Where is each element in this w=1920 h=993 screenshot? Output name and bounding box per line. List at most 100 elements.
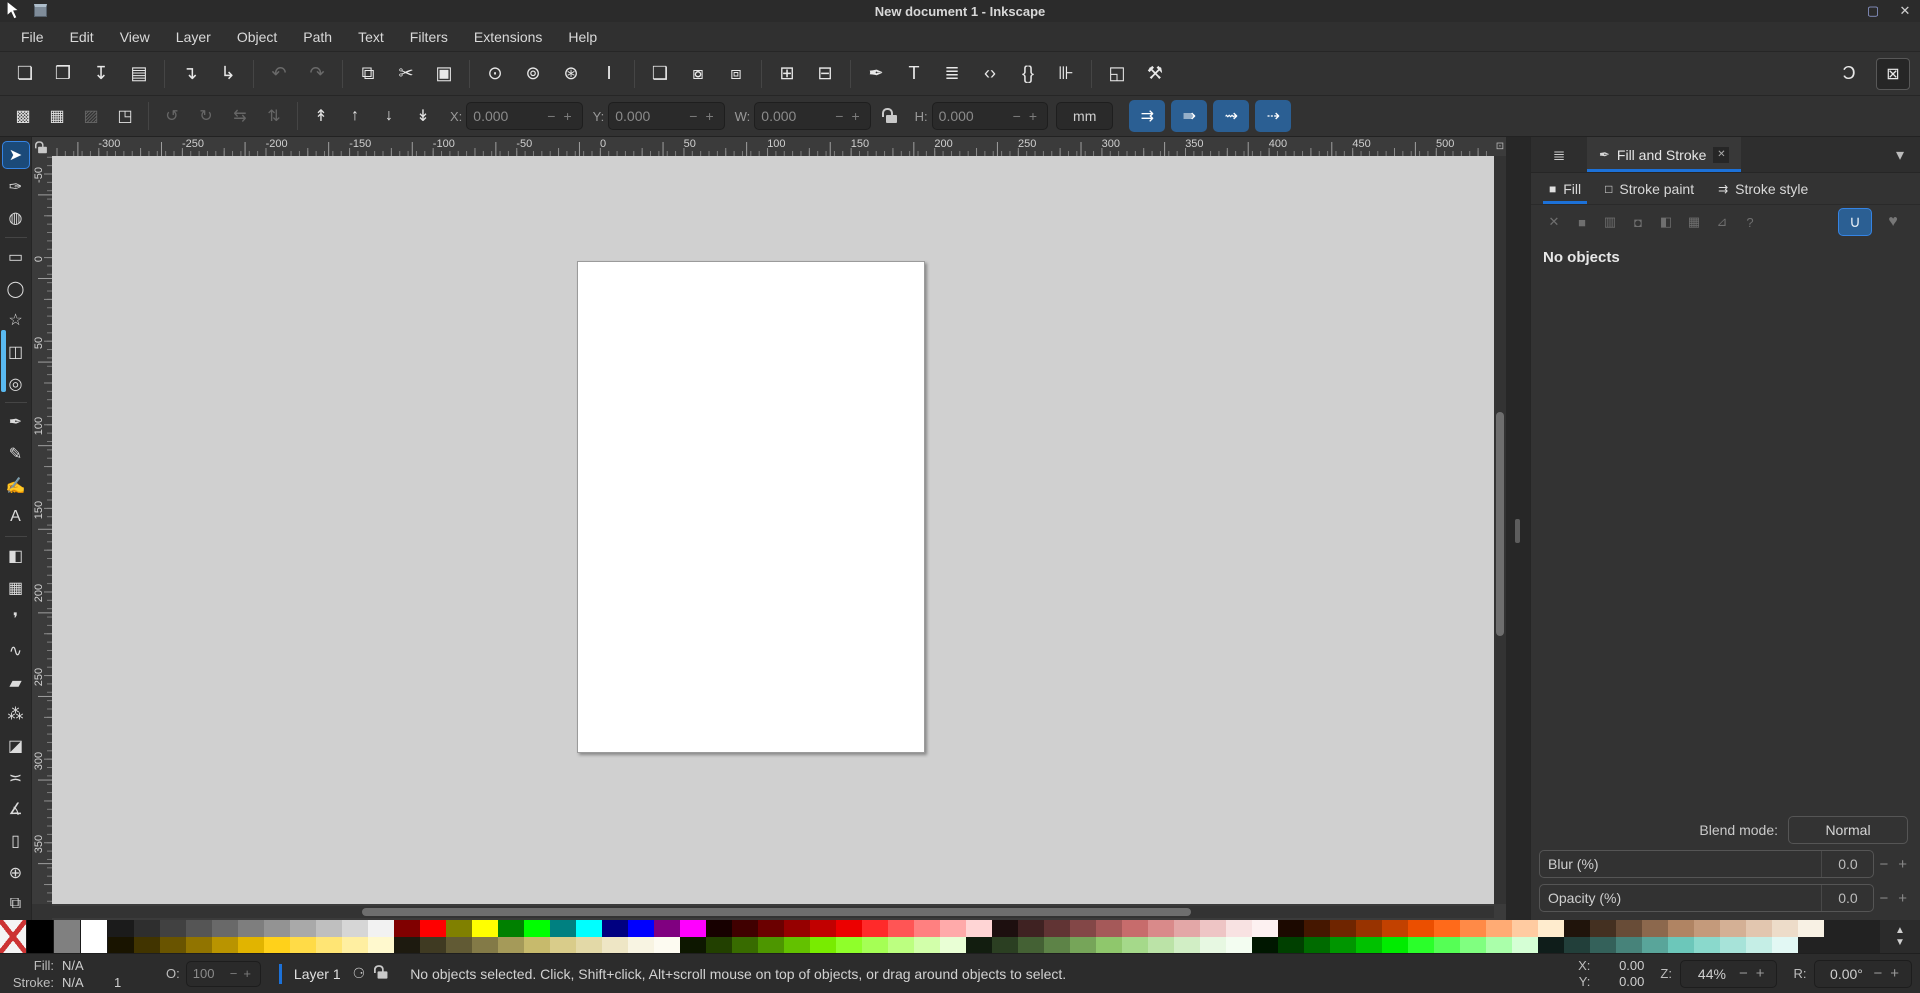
palette-swatch[interactable]: [1304, 920, 1330, 937]
palette-swatch[interactable]: [1460, 936, 1486, 953]
palette-swatch[interactable]: [732, 936, 758, 953]
blur-minus-button[interactable]: −: [1874, 856, 1893, 873]
palette-swatch[interactable]: [628, 936, 654, 953]
export-icon[interactable]: ↳: [209, 57, 247, 91]
palette-swatch[interactable]: [160, 936, 186, 953]
palette-swatch[interactable]: [758, 920, 784, 937]
palette-swatch[interactable]: [1668, 936, 1694, 953]
palette-swatch[interactable]: [732, 920, 758, 937]
opacity-field-plus[interactable]: +: [240, 966, 254, 981]
palette-swatch[interactable]: [1304, 936, 1330, 953]
palette-swatch[interactable]: [914, 936, 940, 953]
select-all-icon[interactable]: ▩: [6, 101, 40, 131]
palette-swatch[interactable]: [1720, 920, 1746, 937]
palette-swatch[interactable]: [1018, 920, 1044, 937]
palette-swatch[interactable]: [940, 920, 966, 937]
palette-swatch[interactable]: [160, 920, 186, 937]
maximize-button[interactable]: ▢: [1864, 2, 1882, 20]
pencil-tool[interactable]: ✎: [2, 440, 30, 468]
palette-swatch[interactable]: [576, 936, 602, 953]
unlink-clone-icon[interactable]: ⧈: [717, 57, 755, 91]
tab-stroke-paint[interactable]: □ Stroke paint: [1595, 173, 1704, 204]
w-minus-button[interactable]: −: [831, 108, 847, 124]
palette-swatch[interactable]: [1538, 920, 1564, 937]
unknown-paint-icon[interactable]: ?: [1737, 210, 1763, 234]
radial-gradient-icon[interactable]: ◘: [1625, 210, 1651, 234]
layer-visibility-eye-icon[interactable]: ⚆: [353, 965, 366, 982]
palette-swatch[interactable]: [654, 936, 680, 953]
palette-swatch[interactable]: [1278, 920, 1304, 937]
zoom-drawing-icon[interactable]: ⊚: [514, 57, 552, 91]
palette-swatch[interactable]: [420, 920, 446, 937]
palette-swatch[interactable]: [1460, 920, 1486, 937]
swatch-icon[interactable]: ▦: [1681, 210, 1707, 234]
palette-swatch[interactable]: [966, 936, 992, 953]
selector-tool[interactable]: ➤: [1, 141, 30, 169]
palette-swatch[interactable]: [212, 936, 238, 953]
lower-icon[interactable]: ↓: [372, 101, 406, 131]
new-document-icon[interactable]: ❏: [6, 57, 44, 91]
pages-tool[interactable]: ⧉: [2, 890, 30, 918]
palette-swatch[interactable]: [1148, 936, 1174, 953]
open-document-icon[interactable]: ❒: [44, 57, 82, 91]
palette-swatch[interactable]: [108, 920, 134, 937]
palette-swatch[interactable]: [134, 936, 160, 953]
palette-swatch[interactable]: [1720, 936, 1746, 953]
ungroup-icon[interactable]: ⊟: [806, 57, 844, 91]
document-page[interactable]: [577, 261, 925, 753]
zoom-selection-icon[interactable]: ⊙: [476, 57, 514, 91]
palette-swatch[interactable]: [420, 936, 446, 953]
import-icon[interactable]: ↴: [171, 57, 209, 91]
palette-swatch[interactable]: [1772, 936, 1798, 953]
palette-swatch[interactable]: [1278, 936, 1304, 953]
palette-swatch[interactable]: [1616, 920, 1642, 937]
x-plus-button[interactable]: +: [559, 108, 575, 124]
print-icon[interactable]: ▤: [120, 57, 158, 91]
blend-mode-dropdown[interactable]: Normal: [1788, 816, 1908, 844]
vertical-scrollbar[interactable]: [1494, 156, 1506, 904]
palette-swatch[interactable]: [264, 920, 290, 937]
menu-path[interactable]: Path: [290, 25, 345, 49]
palette-swatch[interactable]: [1044, 920, 1070, 937]
palette-swatch[interactable]: [1018, 936, 1044, 953]
text-tool[interactable]: A: [2, 503, 30, 531]
menu-edit[interactable]: Edit: [57, 25, 107, 49]
horizontal-scrollbar-thumb[interactable]: [362, 908, 1191, 916]
palette-swatch[interactable]: [108, 936, 134, 953]
palette-swatch[interactable]: [238, 936, 264, 953]
palette-swatch[interactable]: [1226, 936, 1252, 953]
palette-swatch[interactable]: [810, 936, 836, 953]
palette-swatch[interactable]: [836, 920, 862, 937]
x-minus-button[interactable]: −: [543, 108, 559, 124]
palette-swatch[interactable]: [1096, 936, 1122, 953]
palette-swatch[interactable]: [1174, 936, 1200, 953]
palette-swatch[interactable]: [810, 920, 836, 937]
palette-swatch[interactable]: [1148, 920, 1174, 937]
palette-swatch[interactable]: [1564, 920, 1590, 937]
palette-swatch[interactable]: [1694, 936, 1720, 953]
palette-swatch[interactable]: [1070, 920, 1096, 937]
cut-icon[interactable]: ✂: [387, 57, 425, 91]
palette-swatch[interactable]: [316, 936, 342, 953]
node-editor-tool[interactable]: ✑: [2, 173, 30, 201]
palette-swatch[interactable]: [1668, 920, 1694, 937]
menu-filters[interactable]: Filters: [397, 25, 461, 49]
palette-swatch[interactable]: [1382, 920, 1408, 937]
close-button[interactable]: ✕: [1896, 2, 1914, 20]
menu-view[interactable]: View: [107, 25, 163, 49]
menu-object[interactable]: Object: [224, 25, 290, 49]
y-plus-button[interactable]: +: [701, 108, 717, 124]
palette-swatch[interactable]: [1642, 936, 1668, 953]
layer-lock-icon[interactable]: [374, 965, 388, 982]
star-tool[interactable]: ☆: [2, 306, 30, 334]
opacity-minus-button[interactable]: −: [1874, 890, 1893, 907]
palette-swatch[interactable]: [784, 920, 810, 937]
palette-swatch[interactable]: [654, 920, 680, 937]
opacity-field-minus[interactable]: −: [227, 966, 241, 981]
palette-swatch[interactable]: [472, 936, 498, 953]
lower-bottom-icon[interactable]: ↡: [406, 101, 440, 131]
palette-swatch[interactable]: [498, 920, 524, 937]
preferences-icon[interactable]: ⚒: [1136, 57, 1174, 91]
page-tool[interactable]: ▯: [2, 827, 30, 855]
zoom-field[interactable]: 44% − +: [1679, 959, 1778, 988]
